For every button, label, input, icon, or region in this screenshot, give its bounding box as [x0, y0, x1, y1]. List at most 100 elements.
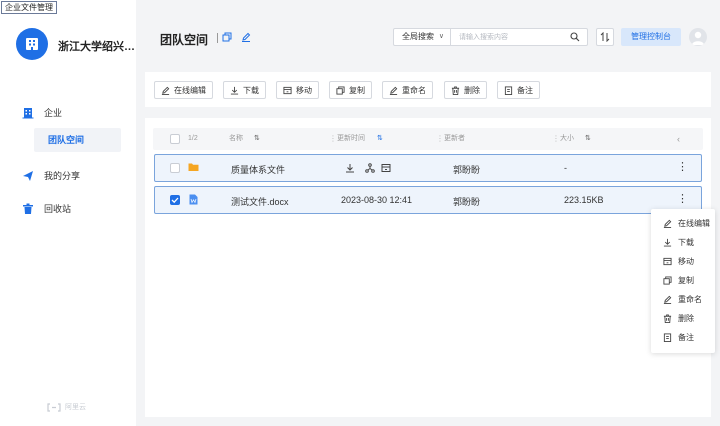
sort-icon[interactable]: ⇅	[254, 128, 260, 150]
button-label: 下载	[243, 85, 259, 95]
sort-icon[interactable]: ⇅	[377, 128, 383, 150]
button-label: 备注	[517, 85, 533, 95]
sidebar-item-label: 我的分享	[44, 171, 81, 181]
menu-item-label: 移动	[678, 257, 694, 266]
org-name: 浙江大学绍兴…	[58, 41, 135, 53]
edit-icon	[663, 219, 672, 228]
menu-item-rename[interactable]: 重命名	[663, 294, 702, 305]
menu-item-delete[interactable]: 删除	[663, 313, 694, 324]
delete-button[interactable]: 删除	[444, 81, 487, 99]
send-icon	[22, 170, 34, 182]
sort-button[interactable]	[596, 28, 614, 46]
column-divider: ⋮	[552, 134, 560, 143]
edit-icon	[389, 86, 398, 95]
edit-online-button[interactable]: 在线编辑	[154, 81, 213, 99]
download-button[interactable]: 下载	[223, 81, 266, 99]
word-doc-icon	[189, 194, 198, 205]
button-label: 在线编辑	[174, 85, 206, 95]
select-all-checkbox[interactable]	[170, 134, 180, 144]
menu-item-edit-online[interactable]: 在线编辑	[663, 218, 710, 229]
updater: 郭盼盼	[453, 165, 481, 175]
brand-logo: 阿里云	[47, 402, 86, 412]
edit-icon[interactable]	[241, 32, 251, 42]
edit-icon	[663, 295, 672, 304]
download-icon	[230, 86, 239, 95]
note-icon	[663, 333, 672, 342]
chevron-down-icon: ∨	[438, 33, 444, 40]
context-menu: 在线编辑 下载 移动 复制 重命名 删除 备注	[651, 209, 715, 353]
column-divider: ⋮	[329, 134, 337, 143]
cloud-brand-icon	[47, 402, 61, 412]
sidebar-item-label: 企业	[44, 108, 63, 118]
chevron-left-icon[interactable]: ‹	[677, 128, 680, 150]
sidebar: 浙江大学绍兴… 企业 团队空间 我的分享 回收站 阿里云	[0, 0, 136, 426]
column-updated[interactable]: 更新时间	[337, 128, 365, 150]
trash-icon	[451, 85, 460, 95]
file-list-panel: 1/2 名称 ⇅ ⋮ 更新时间 ⇅ ⋮ 更新者 ⋮ 大小 ⇅ ‹ 质量体系文件 …	[145, 118, 711, 417]
page-title: 团队空间	[160, 33, 209, 47]
selection-count: 1/2	[188, 135, 198, 142]
sort-arrows-icon	[600, 32, 610, 42]
sidebar-item-my-shares[interactable]: 我的分享	[22, 169, 80, 182]
move-icon	[663, 257, 672, 266]
trash-icon	[22, 203, 34, 215]
folder-icon	[188, 162, 199, 172]
move-icon	[283, 86, 292, 94]
menu-item-move[interactable]: 移动	[663, 256, 694, 267]
share-icon[interactable]	[365, 163, 375, 173]
row-checkbox-checked[interactable]	[170, 195, 180, 205]
copy-icon	[336, 85, 345, 95]
admin-console-button[interactable]: 管理控制台	[621, 28, 681, 46]
more-icon[interactable]: ⋮	[677, 162, 688, 173]
button-label: 重命名	[402, 85, 426, 95]
file-size: 223.15KB	[564, 195, 604, 205]
avatar[interactable]	[689, 28, 707, 46]
sort-icon[interactable]: ⇅	[585, 128, 591, 150]
column-divider: ⋮	[436, 134, 444, 143]
menu-item-note[interactable]: 备注	[663, 332, 694, 343]
table-header: 1/2 名称 ⇅ ⋮ 更新时间 ⇅ ⋮ 更新者 ⋮ 大小 ⇅ ‹	[153, 128, 703, 150]
move-icon[interactable]	[381, 163, 391, 173]
menu-item-label: 删除	[678, 314, 694, 323]
sidebar-item-team-space[interactable]: 团队空间	[34, 128, 121, 152]
rename-button[interactable]: 重命名	[382, 81, 433, 99]
file-name[interactable]: 质量体系文件	[231, 163, 285, 176]
button-label: 删除	[464, 85, 480, 95]
copy-button[interactable]: 复制	[329, 81, 372, 99]
move-button[interactable]: 移动	[276, 81, 319, 99]
table-row[interactable]: 测试文件.docx 2023-08-30 12:41 郭盼盼 223.15KB …	[154, 186, 702, 214]
row-checkbox[interactable]	[170, 163, 180, 173]
column-size[interactable]: 大小	[560, 128, 574, 150]
search-input[interactable]	[451, 29, 561, 45]
check-icon	[171, 197, 179, 204]
copy-icon	[663, 276, 672, 285]
note-button[interactable]: 备注	[497, 81, 540, 99]
search-scope-select[interactable]: 全局搜索 ∨	[393, 28, 451, 46]
sidebar-item-label: 回收站	[44, 204, 72, 214]
menu-item-download[interactable]: 下载	[663, 237, 694, 248]
more-icon[interactable]: ⋮	[677, 194, 688, 205]
window-title: 企业文件管理	[1, 1, 57, 14]
file-name[interactable]: 测试文件.docx	[231, 195, 289, 208]
download-icon	[663, 238, 672, 247]
copy-icon[interactable]	[222, 32, 232, 42]
updated-time: 2023-08-30 12:41	[341, 195, 413, 205]
download-icon[interactable]	[345, 163, 355, 173]
menu-item-label: 下载	[678, 238, 694, 247]
menu-item-label: 在线编辑	[678, 219, 710, 228]
file-size: -	[564, 163, 567, 173]
menu-item-label: 重命名	[678, 295, 702, 304]
building-icon	[26, 38, 38, 50]
brand-label: 阿里云	[65, 404, 86, 411]
sidebar-item-enterprise[interactable]: 企业	[22, 106, 62, 119]
search-scope-label: 全局搜索	[402, 32, 434, 41]
note-icon	[504, 85, 513, 95]
trash-icon	[663, 314, 672, 323]
search-box	[451, 28, 588, 46]
column-updater[interactable]: 更新者	[444, 128, 465, 150]
menu-item-copy[interactable]: 复制	[663, 275, 694, 286]
search-icon[interactable]	[570, 32, 580, 42]
table-row[interactable]: 质量体系文件 郭盼盼 - ⋮	[154, 154, 702, 182]
sidebar-item-recycle-bin[interactable]: 回收站	[22, 202, 71, 215]
column-name[interactable]: 名称	[229, 128, 243, 150]
